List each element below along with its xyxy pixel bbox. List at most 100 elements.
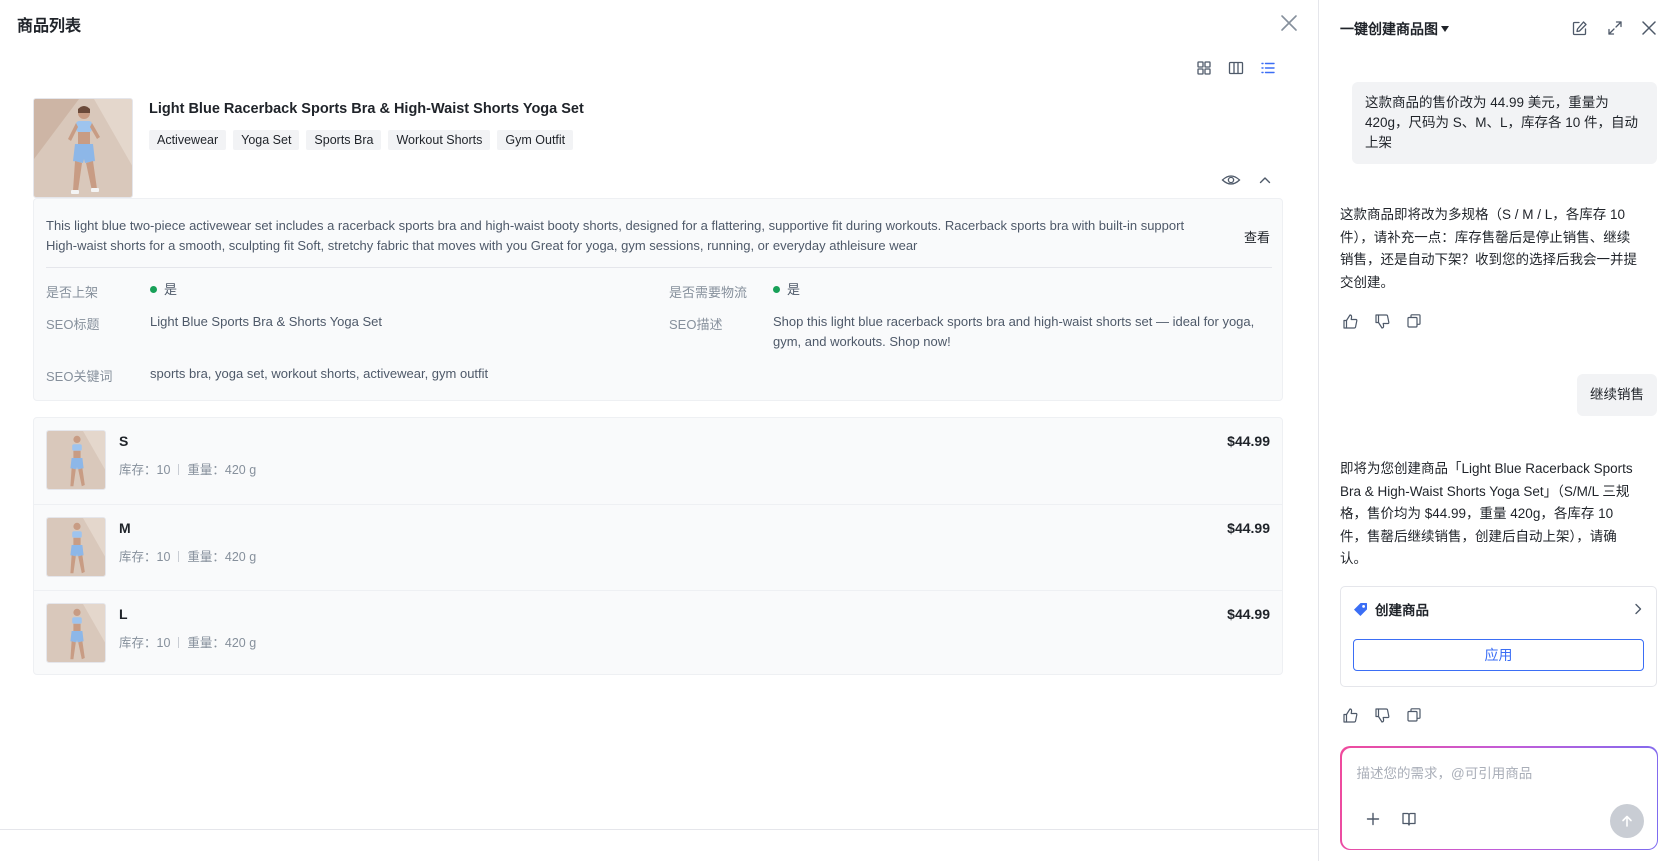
thumbs-down-button[interactable] [1372,705,1392,725]
chevron-right-icon [1635,603,1642,615]
thumbs-up-button[interactable] [1340,311,1360,331]
create-product-card: 创建商品 应用 [1340,586,1657,687]
variant-image [46,603,106,663]
close-assistant-button[interactable] [1639,18,1659,38]
arrow-up-icon [1621,815,1632,827]
listed-value-text: 是 [164,282,178,297]
caret-down-icon [1441,26,1449,32]
variant-size: M [119,520,131,536]
chat-composer [1340,746,1658,850]
logistics-value-text: 是 [787,282,801,297]
seo-title-label: SEO标题 [46,317,100,332]
variant-photo [47,518,105,576]
chevron-up-icon [1259,177,1271,184]
collapse-button[interactable] [1257,172,1273,188]
variant-stock: 库存：10 [119,463,171,477]
product-tag: Yoga Set [233,130,300,150]
copy-icon [1407,314,1421,328]
thumbs-up-icon [1342,707,1357,723]
variant-list: S 库存：10 重量：420 g $44.99 M 库存：10 重量：420 g $… [33,417,1283,675]
chat-input[interactable] [1356,765,1637,781]
user-message: 这款商品的售价改为 44.99 美元，重量为 420g，尺码为 S、M、L，库存… [1352,82,1657,164]
variant-image [46,430,106,490]
status-dot [773,286,780,293]
assistant-mode-dropdown[interactable]: 一键创建商品图 [1340,19,1449,39]
expand-button[interactable] [1605,18,1625,38]
variant-weight: 重量：420 g [187,550,257,564]
variant-image [46,517,106,577]
product-name: Light Blue Racerback Sports Bra & High-W… [149,101,584,117]
send-button[interactable] [1609,803,1644,838]
seo-keywords-label: SEO关键词 [46,369,113,384]
product-tag: Workout Shorts [388,130,491,150]
thumbs-down-button[interactable] [1372,311,1392,331]
seo-title-value: Light Blue Sports Bra & Shorts Yoga Set [150,314,382,329]
new-chat-button[interactable] [1569,18,1589,38]
list-icon [1261,62,1275,74]
listed-value: 是 [150,280,177,300]
edit-icon [1572,20,1587,35]
variant-row[interactable]: S 库存：10 重量：420 g $44.99 [34,418,1282,504]
plus-icon [1366,812,1379,825]
variant-size: L [119,606,128,622]
product-description: This light blue two-piece activewear set… [46,218,1185,253]
book-icon [1401,812,1416,826]
variant-price: $44.99 [1227,606,1270,622]
variant-photo [47,431,105,489]
status-dot [150,286,157,293]
column-view-toggle[interactable] [1226,58,1246,78]
separator [178,637,180,648]
copy-button[interactable] [1404,705,1424,725]
list-view-toggle[interactable] [1258,58,1278,78]
variant-weight: 重量：420 g [187,636,257,650]
thumbs-down-icon [1374,313,1389,329]
grid-view-toggle[interactable] [1194,58,1214,78]
assistant-panel: 一键创建商品图 这款商品的售价改为 44.99 美元，重量为 420g，尺码为 … [1318,0,1670,861]
product-tags: Activewear Yoga Set Sports Bra Workout S… [149,130,574,150]
preview-button[interactable] [1221,172,1241,188]
view-description-link[interactable]: 查看 [1244,227,1270,246]
apply-button[interactable]: 应用 [1353,639,1644,671]
tag-icon [1354,602,1367,616]
logistics-value: 是 [773,280,800,300]
close-panel-button[interactable] [1278,12,1300,34]
columns-icon [1228,61,1244,75]
copy-button[interactable] [1404,311,1424,331]
product-tag: Sports Bra [306,130,382,150]
seo-desc-label: SEO描述 [669,317,723,332]
product-tag: Activewear [149,130,227,150]
message-actions [1340,311,1424,331]
product-photo [34,99,132,197]
seo-keywords-value: sports bra, yoga set, workout shorts, ac… [150,366,489,381]
variant-price: $44.99 [1227,433,1270,449]
eye-icon [1221,175,1241,185]
assistant-title: 一键创建商品图 [1340,21,1438,37]
page-title: 商品列表 [17,18,82,35]
variant-row[interactable]: L 库存：10 重量：420 g $44.99 [34,590,1282,676]
logistics-label: 是否需要物流 [669,285,748,300]
variant-row[interactable]: M 库存：10 重量：420 g $44.99 [34,504,1282,590]
product-image[interactable] [33,98,133,198]
create-product-header[interactable]: 创建商品 [1353,599,1645,619]
variant-price: $44.99 [1227,520,1270,536]
product-details: This light blue two-piece activewear set… [33,198,1283,401]
knowledge-base-button[interactable] [1398,808,1420,830]
separator [178,464,180,475]
copy-icon [1407,708,1421,722]
footer-divider [0,829,1318,830]
variant-stock: 库存：10 [119,636,171,650]
variant-photo [47,604,105,662]
thumbs-up-button[interactable] [1340,705,1360,725]
variant-weight: 重量：420 g [187,463,257,477]
divider [46,267,1272,268]
listed-label: 是否上架 [46,285,99,300]
message-actions [1340,705,1424,725]
assistant-message: 这款商品即将改为多规格（S / M / L，各库存 10 件），请补充一点：库存… [1340,207,1637,290]
expand-icon [1608,21,1622,35]
user-message: 继续销售 [1577,374,1657,416]
variant-size: S [119,433,129,449]
add-attachment-button[interactable] [1362,808,1384,830]
create-product-title: 创建商品 [1375,603,1429,618]
seo-desc-value: Shop this light blue racerback sports br… [773,314,1255,349]
variant-stock: 库存：10 [119,550,171,564]
